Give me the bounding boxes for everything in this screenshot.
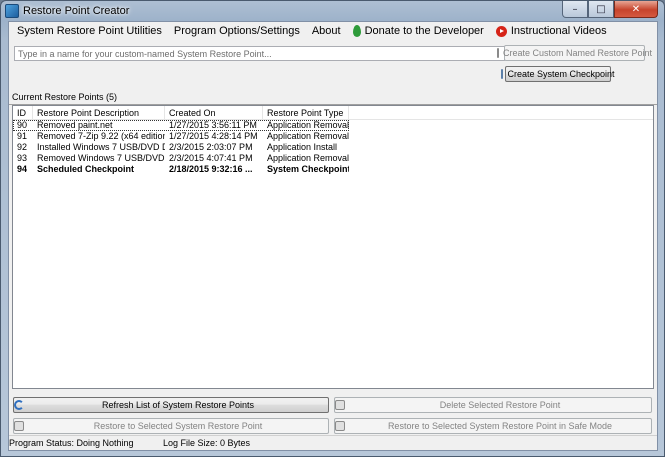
button-label: Create Custom Named Restore Point — [502, 48, 653, 58]
restore-point-icon — [496, 48, 499, 58]
status-bar: Program Status: Doing Nothing Log File S… — [9, 435, 657, 450]
window-title: Restore Point Creator — [23, 5, 130, 17]
restore-point-name-input[interactable] — [14, 46, 505, 61]
caption-buttons: – □ ✕ — [562, 1, 658, 19]
cell-id: 94 — [17, 164, 28, 174]
table-row[interactable]: 91 Removed 7-Zip 9.22 (x64 edition) 1/27… — [13, 131, 653, 142]
menu-instructional-videos[interactable]: Instructional Videos — [490, 22, 613, 41]
menu-label: About — [311, 25, 341, 37]
column-header-type[interactable]: Restore Point Type — [263, 106, 349, 119]
button-label: Restore to Selected System Restore Point — [93, 421, 263, 431]
cell-created-on: 2/3/2015 4:07:41 PM — [169, 153, 253, 163]
cell-type: Application Install — [267, 142, 338, 152]
cell-description: Removed Windows 7 USB/DVD Do... — [37, 153, 165, 163]
list-header: ID Restore Point Description Created On … — [13, 106, 653, 120]
cell-type: Application Removal — [267, 120, 349, 130]
menu-bar: System Restore Point Utilities Program O… — [9, 22, 657, 41]
app-window: Restore Point Creator – □ ✕ System Resto… — [0, 0, 665, 457]
leaf-icon — [352, 25, 361, 37]
table-row[interactable]: 92 Installed Windows 7 USB/DVD Do... 2/3… — [13, 142, 653, 153]
menu-restore-point-utilities[interactable]: System Restore Point Utilities — [9, 22, 168, 41]
cell-type: Application Removal — [267, 153, 349, 163]
restore-points-list[interactable]: ID Restore Point Description Created On … — [12, 105, 654, 389]
cell-created-on: 2/18/2015 9:32:16 ... — [169, 164, 253, 174]
maximize-button[interactable]: □ — [588, 1, 614, 18]
restore-points-label: Current Restore Points (5) — [12, 92, 118, 102]
column-header-description[interactable]: Restore Point Description — [33, 106, 165, 119]
restore-icon — [14, 421, 24, 431]
button-label: Restore to Selected System Restore Point… — [387, 421, 613, 431]
button-label: Delete Selected Restore Point — [439, 400, 561, 410]
cell-description: Removed paint.net — [37, 120, 113, 130]
button-label: Refresh List of System Restore Points — [101, 400, 255, 410]
close-button[interactable]: ✕ — [614, 1, 658, 18]
cell-id: 90 — [17, 120, 28, 130]
client-area: System Restore Point Utilities Program O… — [8, 21, 658, 451]
menu-label: Instructional Videos — [510, 25, 607, 37]
button-label: Create System Checkpoint — [507, 69, 615, 79]
menu-program-options[interactable]: Program Options/Settings — [168, 22, 306, 41]
column-header-id[interactable]: ID — [13, 106, 33, 119]
cell-created-on: 1/27/2015 4:28:14 PM — [169, 131, 258, 141]
menu-label: Program Options/Settings — [173, 25, 300, 37]
title-bar[interactable]: Restore Point Creator – □ ✕ — [1, 1, 664, 21]
cell-created-on: 1/27/2015 3:56:11 PM — [169, 120, 257, 130]
refresh-list-button[interactable]: Refresh List of System Restore Points — [13, 397, 329, 413]
restore-safe-mode-button[interactable]: Restore to Selected System Restore Point… — [334, 418, 652, 434]
program-status: Program Status: Doing Nothing — [9, 438, 134, 448]
column-header-created-on[interactable]: Created On — [165, 106, 263, 119]
menu-donate[interactable]: Donate to the Developer — [347, 22, 490, 41]
table-row[interactable]: 94 Scheduled Checkpoint 2/18/2015 9:32:1… — [13, 164, 653, 175]
restore-selected-button[interactable]: Restore to Selected System Restore Point — [13, 418, 329, 434]
log-file-size: Log File Size: 0 Bytes — [163, 438, 251, 448]
cell-description: Scheduled Checkpoint — [37, 164, 135, 174]
table-row[interactable]: 93 Removed Windows 7 USB/DVD Do... 2/3/2… — [13, 153, 653, 164]
create-custom-restore-point-button[interactable]: Create Custom Named Restore Point — [496, 45, 652, 61]
menu-label: Donate to the Developer — [364, 25, 484, 37]
play-icon — [495, 26, 507, 37]
delete-restore-point-button[interactable]: Delete Selected Restore Point — [334, 397, 652, 413]
menu-label: System Restore Point Utilities — [17, 25, 162, 37]
restore-icon — [335, 421, 345, 431]
app-icon — [5, 4, 19, 18]
create-system-checkpoint-button[interactable]: Create System Checkpoint — [501, 66, 615, 82]
cell-id: 92 — [17, 142, 28, 152]
refresh-icon — [14, 400, 24, 410]
cell-description: Removed 7-Zip 9.22 (x64 edition) — [37, 131, 165, 141]
table-row[interactable]: 90 Removed paint.net 1/27/2015 3:56:11 P… — [13, 120, 349, 131]
cell-id: 91 — [17, 131, 28, 141]
minimize-button[interactable]: – — [562, 1, 588, 18]
cell-type: Application Removal — [267, 131, 349, 141]
checkpoint-icon — [501, 69, 504, 79]
trash-icon — [335, 400, 345, 410]
cell-created-on: 2/3/2015 2:03:07 PM — [169, 142, 253, 152]
cell-id: 93 — [17, 153, 28, 163]
menu-about[interactable]: About — [306, 22, 347, 41]
cell-description: Installed Windows 7 USB/DVD Do... — [37, 142, 165, 152]
cell-type: System Checkpoint — [267, 164, 349, 174]
